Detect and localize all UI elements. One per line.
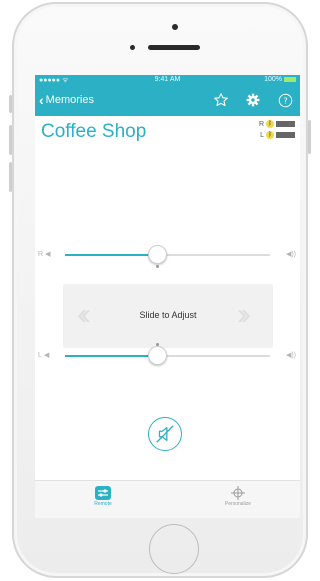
slide-to-adjust-label: Slide to Adjust xyxy=(139,310,197,320)
home-button[interactable] xyxy=(149,524,199,574)
tab-remote-label: Remote xyxy=(94,501,112,507)
volume-high-icon: ◀)) xyxy=(285,352,296,359)
tab-remote[interactable]: Remote xyxy=(73,484,133,507)
slide-to-adjust-panel[interactable]: ‹‹ Slide to Adjust ›› xyxy=(63,284,273,348)
star-icon[interactable] xyxy=(212,91,230,109)
battery-percent: 100% xyxy=(264,76,282,83)
nav-bar: ‹ Memories ? xyxy=(35,86,300,116)
speaker-muted-icon xyxy=(156,425,174,443)
chevron-left-icon: ‹ xyxy=(39,91,44,108)
gear-icon[interactable] xyxy=(244,91,262,109)
right-volume-track[interactable] xyxy=(65,254,270,256)
volume-down-button xyxy=(9,162,12,192)
battery-icon xyxy=(284,76,296,82)
mute-switch xyxy=(9,95,12,113)
left-slider-letter: L xyxy=(38,351,42,359)
bluetooth-icon: ᛒ xyxy=(266,120,274,128)
volume-low-icon: ◀ xyxy=(45,251,51,258)
right-slider-label: R ◀ xyxy=(38,250,51,259)
right-volume-fill xyxy=(65,254,158,256)
left-volume-track[interactable] xyxy=(65,355,270,357)
earpiece-dot xyxy=(172,24,178,30)
power-button xyxy=(308,120,311,154)
right-knob-marker xyxy=(155,265,159,268)
crosshair-icon xyxy=(208,484,268,501)
tab-personalize[interactable]: Personalize xyxy=(208,484,268,507)
front-camera xyxy=(130,45,135,50)
left-volume-fill xyxy=(65,355,158,357)
back-button[interactable]: ‹ Memories xyxy=(39,91,94,108)
right-aid-letter: R xyxy=(258,120,264,128)
program-title: Coffee Shop xyxy=(41,121,147,142)
app-screen: ●●●●● ᯤ 9:41 AM 100% ‹ Memories ? Coffee… xyxy=(35,75,300,518)
left-slider-label: L ◀ xyxy=(38,351,50,360)
help-icon[interactable]: ? xyxy=(276,91,294,109)
earpiece-speaker xyxy=(148,45,200,50)
remote-icon xyxy=(73,484,133,501)
mute-button[interactable] xyxy=(148,417,182,451)
volume-low-icon: ◀ xyxy=(43,352,50,359)
right-aid-level xyxy=(276,121,295,127)
tab-personalize-label: Personalize xyxy=(224,501,252,507)
left-volume-knob[interactable] xyxy=(147,346,167,365)
status-bar: ●●●●● ᯤ 9:41 AM 100% xyxy=(35,75,300,86)
svg-text:?: ? xyxy=(283,95,287,105)
bluetooth-icon: ᛒ xyxy=(266,131,274,139)
right-slider-letter: R xyxy=(38,250,44,258)
status-time: 9:41 AM xyxy=(154,76,181,83)
volume-high-icon: ◀)) xyxy=(285,251,296,258)
right-volume-knob[interactable] xyxy=(147,245,167,264)
right-aid-indicator: R ᛒ xyxy=(259,120,295,128)
tab-bar: Remote Personalize xyxy=(35,480,300,518)
left-aid-indicator: L ᛒ xyxy=(260,131,295,139)
left-aid-level xyxy=(276,132,295,138)
left-aid-letter: L xyxy=(260,131,264,139)
volume-up-button xyxy=(9,125,12,155)
battery-indicator: 100% xyxy=(264,76,296,83)
back-label: Memories xyxy=(45,94,94,106)
